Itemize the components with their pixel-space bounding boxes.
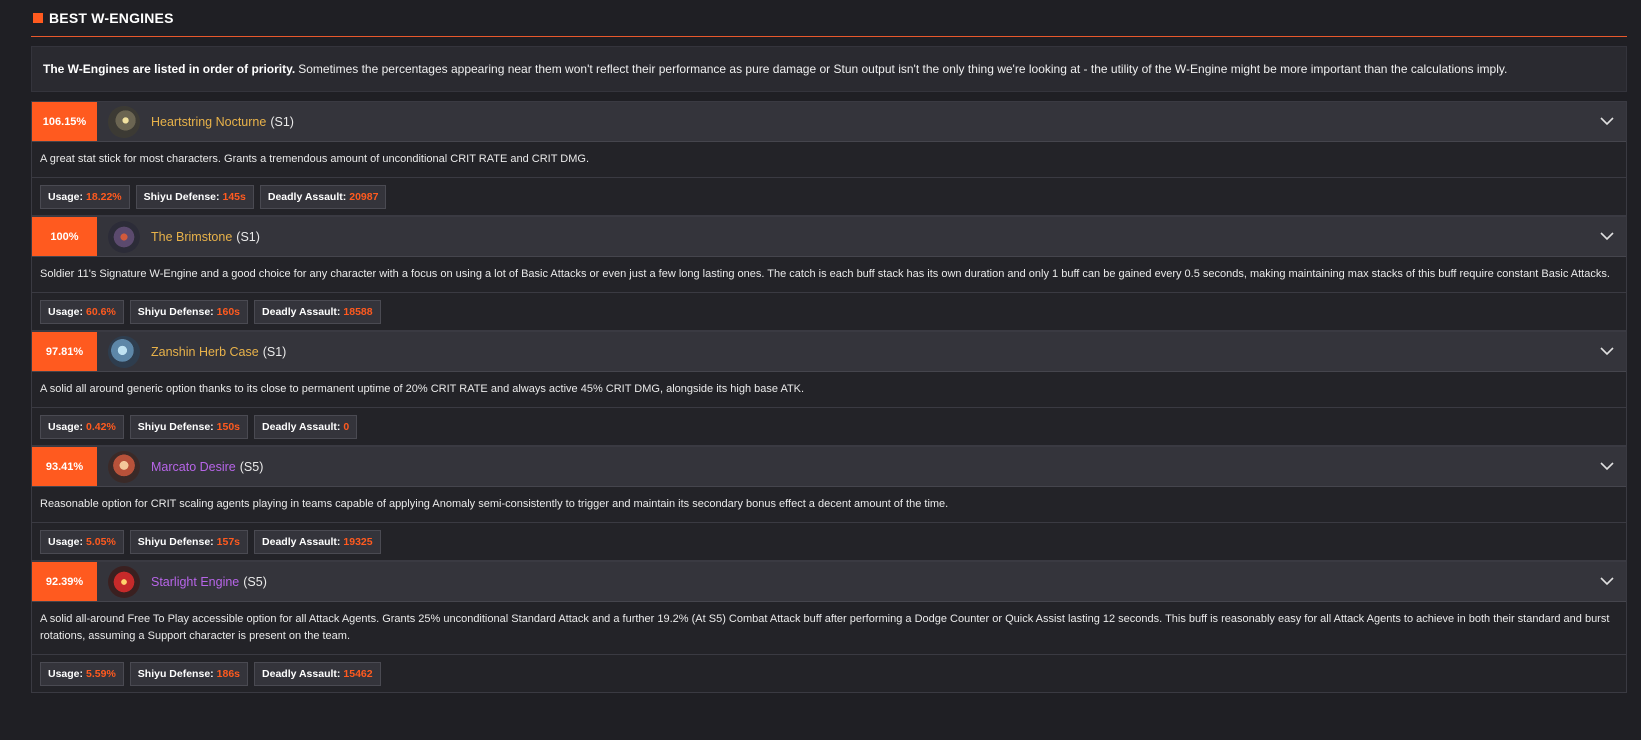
- stat-value: 186s: [216, 667, 241, 680]
- engine-description: A solid all around generic option thanks…: [32, 372, 1626, 408]
- engine-percent: 92.39%: [32, 562, 97, 601]
- stat-label: Deadly Assault:: [262, 535, 341, 548]
- engine-card: 93.41% Marcato Desire (S5) Reasonable op…: [31, 446, 1627, 561]
- engine-description: Reasonable option for CRIT scaling agent…: [32, 487, 1626, 523]
- heartstring-nocturne-icon: [108, 105, 140, 138]
- stat-value: 157s: [216, 535, 241, 548]
- deadly-assault-stat: Deadly Assault: 19325: [254, 529, 381, 554]
- stat-label: Deadly Assault:: [262, 305, 341, 318]
- engine-header[interactable]: 92.39% Starlight Engine (S5): [32, 562, 1626, 602]
- section-marker-icon: [33, 13, 43, 23]
- stat-label: Usage:: [48, 190, 84, 203]
- shiyu-defense-stat: Shiyu Defense: 160s: [129, 299, 249, 324]
- engine-description: A solid all-around Free To Play accessib…: [32, 602, 1626, 655]
- engine-stats: Usage: 5.59% Shiyu Defense: 186s Deadly As…: [32, 655, 1626, 693]
- shiyu-defense-stat: Shiyu Defense: 157s: [129, 529, 249, 554]
- engine-header[interactable]: 97.81% Zanshin Herb Case (S1): [32, 332, 1626, 372]
- usage-stat: Usage: 5.59%: [40, 661, 124, 686]
- deadly-assault-stat: Deadly Assault: 0: [254, 414, 358, 439]
- stat-value: 160s: [216, 305, 241, 318]
- chevron-down-icon[interactable]: [1600, 574, 1614, 588]
- stat-value: 18.22%: [86, 190, 122, 203]
- stat-value: 15462: [343, 667, 373, 680]
- usage-stat: Usage: 5.05%: [40, 529, 124, 554]
- engine-stats: Usage: 60.6% Shiyu Defense: 160s Deadly As…: [32, 293, 1626, 331]
- stat-label: Shiyu Defense:: [137, 420, 214, 433]
- chevron-down-icon[interactable]: [1600, 229, 1614, 243]
- deadly-assault-stat: Deadly Assault: 20987: [259, 184, 387, 209]
- engine-percent: 106.15%: [32, 102, 97, 141]
- stat-value: 5.59%: [86, 667, 116, 680]
- engine-stats: Usage: 18.22% Shiyu Defense: 145s Deadly A…: [32, 178, 1626, 216]
- engine-rank: (S1): [236, 229, 260, 244]
- intro-note: The W-Engines are listed in order of pri…: [31, 46, 1627, 92]
- shiyu-defense-stat: Shiyu Defense: 145s: [135, 184, 254, 209]
- chevron-down-icon[interactable]: [1600, 344, 1614, 358]
- stat-value: 0.42%: [86, 420, 116, 433]
- stat-label: Deadly Assault:: [267, 190, 347, 203]
- stat-label: Shiyu Defense:: [137, 535, 214, 548]
- engine-name[interactable]: Starlight Engine: [151, 575, 239, 589]
- stat-value: 20987: [349, 190, 379, 203]
- engine-stats: Usage: 5.05% Shiyu Defense: 157s Deadly As…: [32, 523, 1626, 561]
- deadly-assault-stat: Deadly Assault: 15462: [254, 661, 381, 686]
- engine-list: 106.15% Heartstring Nocturne (S1) A grea…: [31, 101, 1627, 693]
- the-brimstone-icon: [108, 220, 140, 253]
- engine-card: 97.81% Zanshin Herb Case (S1) A solid al…: [31, 331, 1627, 446]
- stat-label: Shiyu Defense:: [143, 190, 220, 203]
- engine-card: 92.39% Starlight Engine (S5) A solid all…: [31, 561, 1627, 693]
- stat-value: 5.05%: [86, 535, 116, 548]
- best-w-engines-section: BEST W-ENGINES The W-Engines are listed …: [31, 0, 1627, 693]
- stat-value: 0: [343, 420, 350, 433]
- intro-text: Sometimes the percentages appearing near…: [298, 62, 1508, 76]
- engine-description: A great stat stick for most characters. …: [32, 142, 1626, 178]
- engine-rank: (S1): [270, 114, 294, 129]
- engine-rank: (S5): [239, 459, 264, 474]
- engine-stats: Usage: 0.42% Shiyu Defense: 150s Deadly As…: [32, 408, 1626, 446]
- stat-label: Deadly Assault:: [262, 420, 341, 433]
- stat-value: 60.6%: [86, 305, 116, 318]
- engine-name[interactable]: The Brimstone: [151, 230, 232, 244]
- engine-name[interactable]: Zanshin Herb Case: [151, 345, 259, 359]
- engine-card: 100% The Brimstone (S1) Soldier 11's Sig…: [31, 216, 1627, 331]
- chevron-down-icon[interactable]: [1600, 114, 1614, 128]
- chevron-down-icon[interactable]: [1600, 459, 1614, 473]
- engine-name[interactable]: Heartstring Nocturne: [151, 115, 266, 129]
- usage-stat: Usage: 60.6%: [40, 299, 124, 324]
- deadly-assault-stat: Deadly Assault: 18588: [254, 299, 381, 324]
- intro-bold: The W-Engines are listed in order of pri…: [43, 62, 296, 76]
- engine-percent: 97.81%: [32, 332, 97, 371]
- section-title: BEST W-ENGINES: [49, 10, 174, 26]
- stat-value: 150s: [216, 420, 241, 433]
- engine-header[interactable]: 106.15% Heartstring Nocturne (S1): [32, 102, 1626, 142]
- shiyu-defense-stat: Shiyu Defense: 150s: [129, 414, 249, 439]
- stat-label: Usage:: [48, 420, 84, 433]
- shiyu-defense-stat: Shiyu Defense: 186s: [129, 661, 249, 686]
- usage-stat: Usage: 18.22%: [40, 184, 130, 209]
- engine-name[interactable]: Marcato Desire: [151, 460, 236, 474]
- marcato-desire-icon: [108, 450, 140, 483]
- engine-header[interactable]: 100% The Brimstone (S1): [32, 217, 1626, 257]
- stat-label: Usage:: [48, 535, 84, 548]
- engine-description: Soldier 11's Signature W-Engine and a go…: [32, 257, 1626, 293]
- usage-stat: Usage: 0.42%: [40, 414, 124, 439]
- engine-rank: (S1): [262, 344, 287, 359]
- stat-value: 18588: [343, 305, 373, 318]
- engine-percent: 93.41%: [32, 447, 97, 486]
- stat-value: 19325: [343, 535, 373, 548]
- stat-label: Usage:: [48, 305, 84, 318]
- stat-value: 145s: [222, 190, 246, 203]
- stat-label: Deadly Assault:: [262, 667, 341, 680]
- stat-label: Shiyu Defense:: [137, 305, 214, 318]
- stat-label: Usage:: [48, 667, 84, 680]
- section-header: BEST W-ENGINES: [31, 0, 1627, 37]
- stat-label: Shiyu Defense:: [137, 667, 214, 680]
- engine-header[interactable]: 93.41% Marcato Desire (S5): [32, 447, 1626, 487]
- starlight-engine-icon: [108, 565, 140, 598]
- engine-card: 106.15% Heartstring Nocturne (S1) A grea…: [31, 101, 1627, 216]
- engine-percent: 100%: [32, 217, 97, 256]
- engine-rank: (S5): [243, 574, 267, 589]
- zanshin-herb-case-icon: [108, 335, 140, 368]
